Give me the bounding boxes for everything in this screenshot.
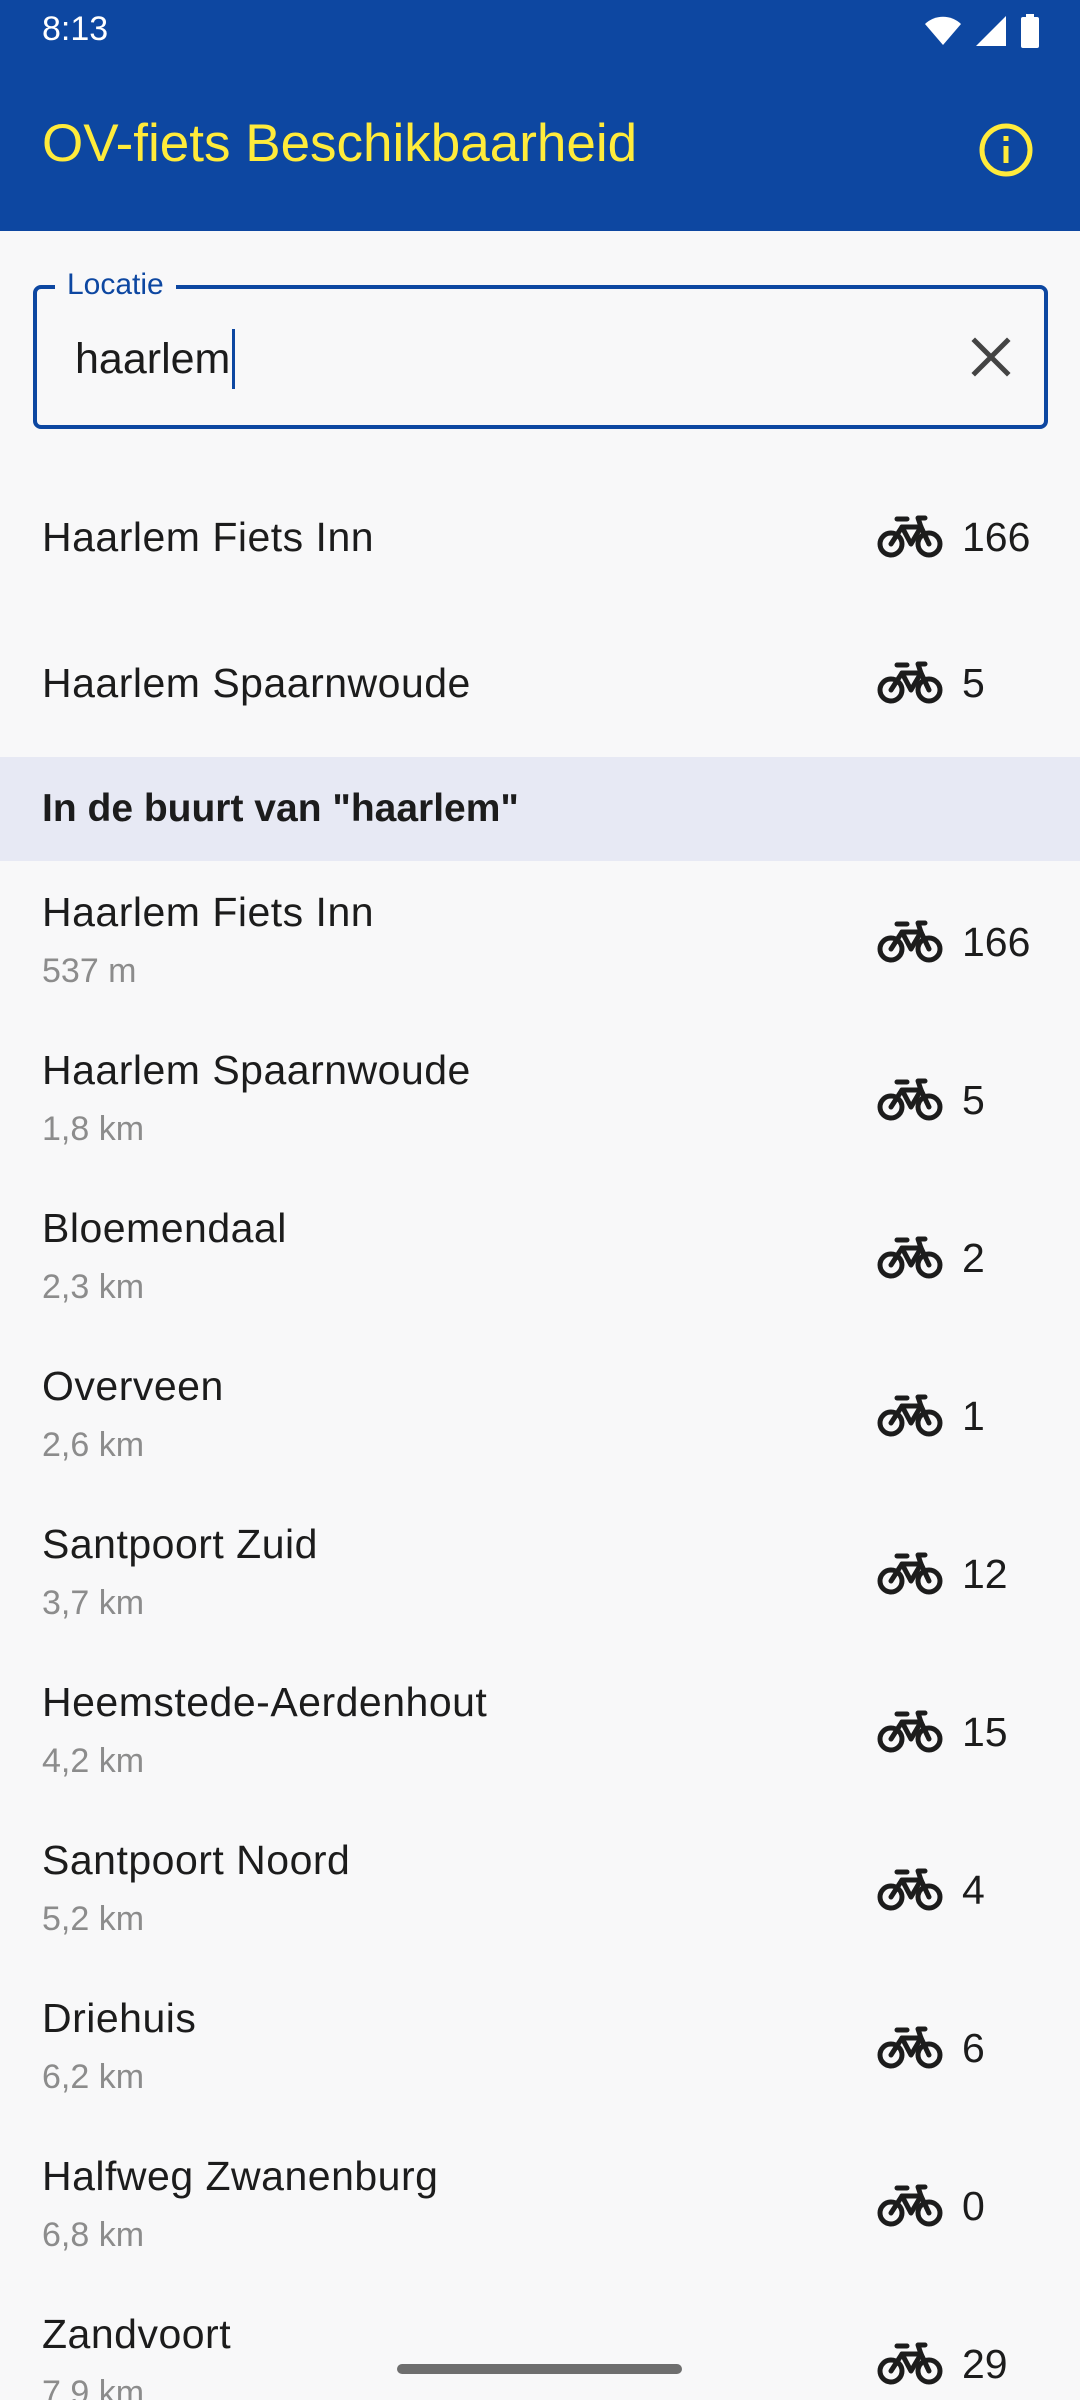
bike-icon	[877, 1708, 943, 1754]
info-icon	[979, 123, 1033, 177]
app-bar: OV-fiets Beschikbaarheid	[0, 60, 1080, 231]
bike-icon	[877, 513, 943, 559]
bike-count: 166	[962, 919, 1031, 965]
station-distance: 5,2 km	[42, 1900, 145, 1938]
station-distance: 7,9 km	[42, 2374, 145, 2400]
station-name: Driehuis	[42, 1995, 197, 2041]
status-bar: 8:13	[0, 0, 1080, 60]
station-name: Overveen	[42, 1363, 224, 1409]
app-title: OV-fiets Beschikbaarheid	[42, 114, 638, 173]
bike-count: 166	[962, 514, 1031, 560]
nearby-item[interactable]: Zandvoort 7,9 km 29	[0, 2284, 1080, 2400]
nearby-item[interactable]: Santpoort Noord 5,2 km 4	[0, 1810, 1080, 1968]
location-field-label: Locatie	[55, 267, 176, 303]
cellular-icon	[976, 16, 1006, 46]
station-distance: 6,8 km	[42, 2216, 145, 2254]
location-field[interactable]: Locatie haarlem	[33, 267, 1048, 429]
bike-count: 6	[962, 2025, 985, 2071]
nearby-item[interactable]: Santpoort Zuid 3,7 km 12	[0, 1494, 1080, 1652]
suggestion-item[interactable]: Haarlem Fiets Inn 166	[0, 465, 1080, 607]
close-icon	[971, 337, 1011, 377]
bike-count: 0	[962, 2183, 985, 2229]
bike-count: 15	[962, 1709, 1008, 1755]
nearby-item[interactable]: Haarlem Fiets Inn 537 m 166	[0, 862, 1080, 1020]
station-distance: 4,2 km	[42, 1742, 145, 1780]
station-distance: 3,7 km	[42, 1584, 145, 1622]
info-button[interactable]	[976, 120, 1036, 180]
bike-icon	[877, 1550, 943, 1596]
bike-icon	[877, 659, 943, 705]
battery-icon	[1021, 14, 1039, 48]
location-input[interactable]: haarlem	[75, 329, 236, 389]
nearby-item[interactable]: Heemstede-Aerdenhout 4,2 km 15	[0, 1652, 1080, 1810]
nearby-item[interactable]: Driehuis 6,2 km 6	[0, 1968, 1080, 2126]
nearby-item[interactable]: Halfweg Zwanenburg 6,8 km 0	[0, 2126, 1080, 2284]
station-name: Heemstede-Aerdenhout	[42, 1679, 488, 1725]
station-name: Haarlem Fiets Inn	[42, 889, 375, 935]
nearby-item[interactable]: Haarlem Spaarnwoude 1,8 km 5	[0, 1020, 1080, 1178]
bike-count: 4	[962, 1867, 985, 1913]
bike-icon	[877, 1234, 943, 1280]
bike-count: 12	[962, 1551, 1008, 1597]
wifi-icon	[925, 16, 961, 45]
bike-icon	[877, 1392, 943, 1438]
bike-count: 2	[962, 1235, 985, 1281]
station-distance: 2,3 km	[42, 1268, 145, 1306]
station-name: Haarlem Spaarnwoude	[42, 1047, 471, 1093]
bike-count: 29	[962, 2341, 1008, 2387]
station-name: Haarlem Spaarnwoude	[42, 660, 471, 706]
station-distance: 537 m	[42, 952, 137, 990]
bike-icon	[877, 1076, 943, 1122]
status-time: 8:13	[42, 10, 109, 48]
bike-count: 5	[962, 660, 985, 706]
bike-icon	[877, 2340, 943, 2386]
station-distance: 2,6 km	[42, 1426, 145, 1464]
station-name: Santpoort Noord	[42, 1837, 351, 1883]
station-distance: 6,2 km	[42, 2058, 145, 2096]
bike-icon	[877, 1866, 943, 1912]
clear-button[interactable]	[958, 324, 1024, 390]
bike-icon	[877, 2024, 943, 2070]
station-name: Bloemendaal	[42, 1205, 287, 1251]
station-name: Zandvoort	[42, 2311, 232, 2357]
status-icons	[924, 12, 1040, 50]
text-cursor	[232, 329, 236, 389]
location-input-value: haarlem	[75, 334, 231, 383]
bike-icon	[877, 2182, 943, 2228]
nearby-item[interactable]: Overveen 2,6 km 1	[0, 1336, 1080, 1494]
suggestion-item[interactable]: Haarlem Spaarnwoude 5	[0, 610, 1080, 752]
nearby-section-header: In de buurt van "haarlem"	[0, 757, 1080, 861]
nearby-section-title: In de buurt van "haarlem"	[42, 787, 519, 830]
home-indicator[interactable]	[397, 2364, 682, 2374]
nearby-item[interactable]: Bloemendaal 2,3 km 2	[0, 1178, 1080, 1336]
bike-count: 5	[962, 1077, 985, 1123]
bike-count: 1	[962, 1393, 985, 1439]
bike-icon	[877, 918, 943, 964]
station-name: Haarlem Fiets Inn	[42, 514, 375, 560]
station-name: Halfweg Zwanenburg	[42, 2153, 439, 2199]
station-distance: 1,8 km	[42, 1110, 145, 1148]
station-name: Santpoort Zuid	[42, 1521, 318, 1567]
